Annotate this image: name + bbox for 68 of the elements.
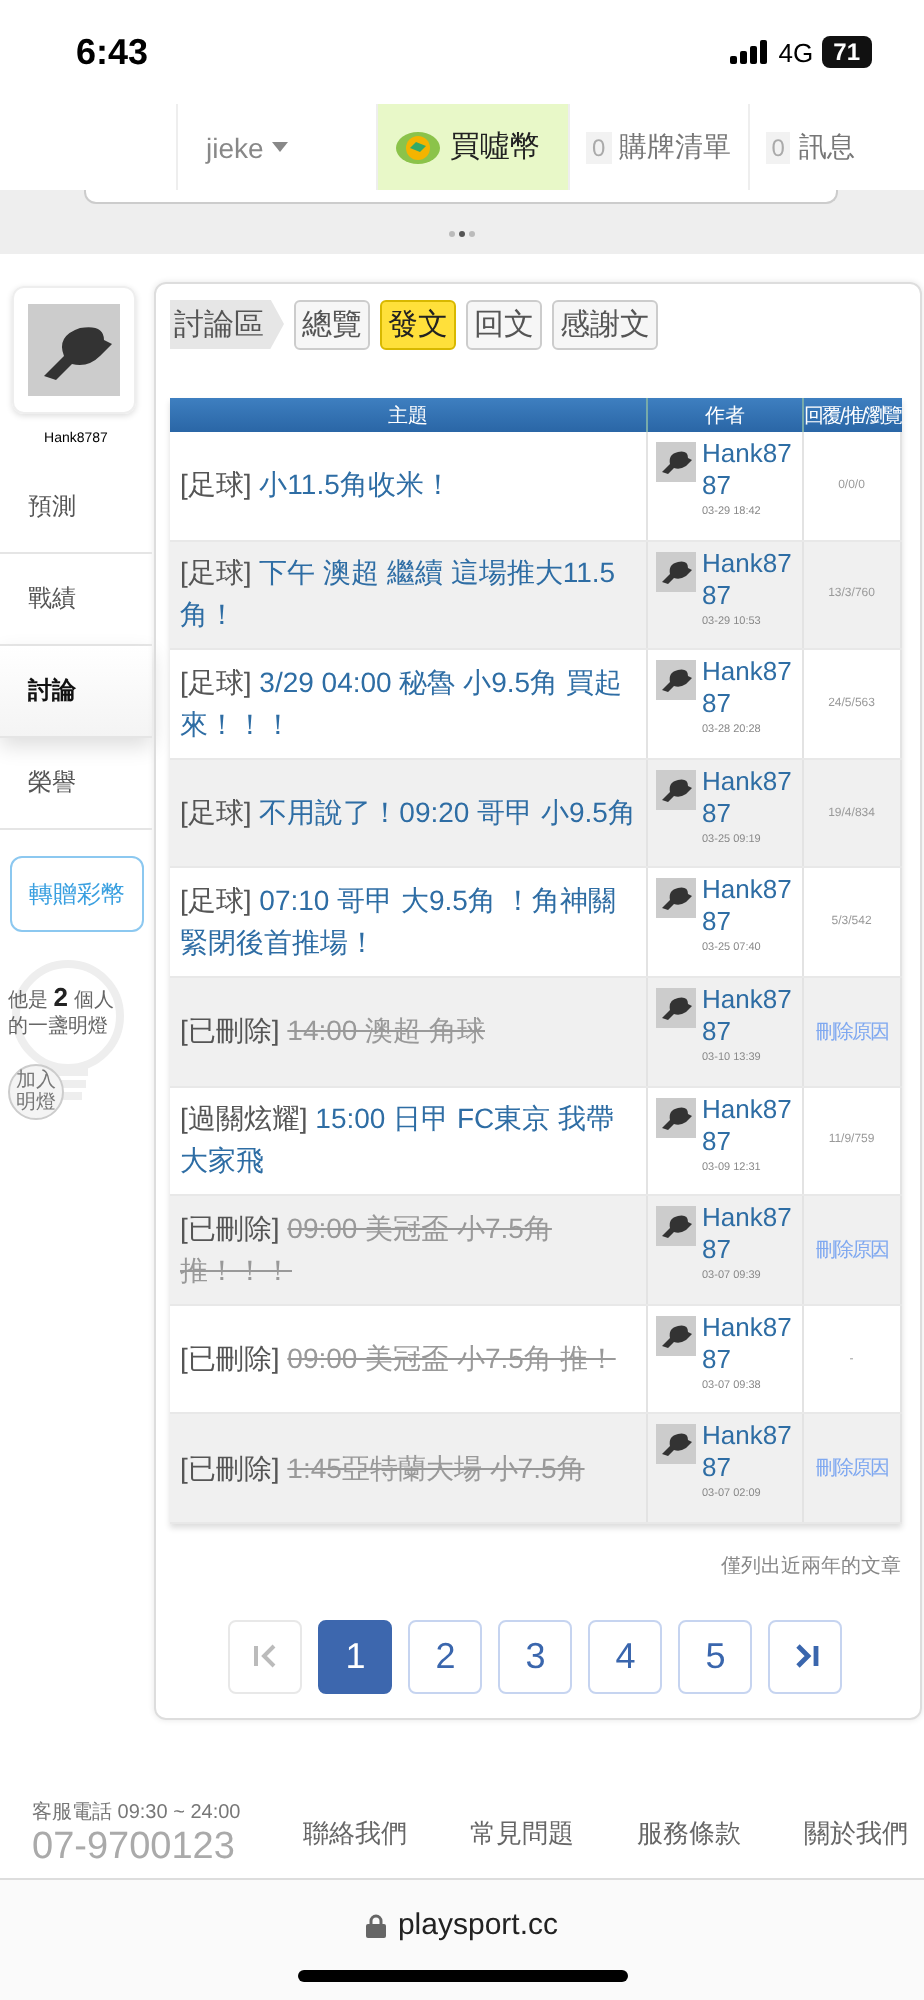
author-link[interactable]: Hank8787 bbox=[702, 438, 802, 502]
last-page-icon bbox=[791, 1642, 820, 1671]
avatar-icon bbox=[28, 304, 120, 396]
author-link[interactable]: Hank8787 bbox=[702, 1202, 802, 1267]
caret-icon bbox=[271, 142, 288, 152]
page-dots-icon bbox=[448, 230, 476, 238]
post-title[interactable]: [已刪除] 09:00 美冠盃 小7.5角推！！！ bbox=[180, 1207, 638, 1292]
author-link[interactable]: Hank8787 bbox=[702, 983, 802, 1048]
author-link[interactable]: Hank8787 bbox=[702, 874, 802, 939]
footer-link[interactable]: 常見問題 bbox=[470, 1815, 575, 1851]
post-title[interactable]: [足球] 小11.5角收米！ bbox=[180, 464, 452, 507]
post-title[interactable]: [已刪除] 1:45亞特蘭大場 小7.5角 bbox=[180, 1447, 585, 1490]
tab[interactable]: 發文 bbox=[380, 299, 456, 349]
tab[interactable]: 回文 bbox=[466, 299, 542, 349]
signal-icon bbox=[730, 40, 771, 64]
post-title[interactable]: [足球] 下午 澳超 繼續 這場推大11.5角！ bbox=[180, 552, 638, 637]
author-avatar-icon bbox=[656, 551, 696, 592]
post-title[interactable]: [足球] 3/29 04:00 秘魯 小9.5角 買起來！！！ bbox=[180, 661, 638, 746]
transfer-coins-button[interactable]: 轉贈彩幣 bbox=[10, 856, 144, 932]
page-button[interactable]: 3 bbox=[498, 1619, 573, 1694]
coin-icon bbox=[394, 129, 442, 165]
author-link[interactable]: Hank8787 bbox=[702, 547, 802, 612]
buy-coins-button[interactable]: 買噓幣 bbox=[376, 104, 568, 190]
author-link[interactable]: Hank8787 bbox=[702, 1311, 802, 1376]
light-text: 他是 2 個人的一盞明燈 bbox=[8, 984, 116, 1040]
author-avatar-icon bbox=[656, 878, 696, 919]
tab[interactable]: 總覽 bbox=[294, 299, 370, 349]
author-avatar-icon bbox=[656, 1315, 696, 1356]
url-field[interactable]: playsport.cc bbox=[365, 1908, 559, 1942]
author-avatar-icon bbox=[656, 442, 696, 482]
author-avatar-icon bbox=[656, 660, 696, 701]
post-title[interactable]: [足球] 不用說了！09:20 哥甲 小9.5角 bbox=[180, 792, 636, 835]
phone-number: 07-9700123 bbox=[32, 1825, 237, 1869]
sidebar-item[interactable]: 榮譽 bbox=[0, 738, 152, 830]
join-light-button[interactable]: 加入明燈 bbox=[8, 1064, 64, 1120]
post-title[interactable]: [已刪除] 09:00 美冠盃 小7.5角 推！ bbox=[180, 1338, 616, 1381]
page-button[interactable]: 5 bbox=[678, 1619, 753, 1694]
post-title[interactable]: [足球] 07:10 哥甲 大9.5角 ！角神關緊閉後首推場！ bbox=[180, 880, 638, 965]
author-avatar-icon bbox=[656, 769, 696, 810]
last-page-button[interactable] bbox=[768, 1619, 843, 1694]
author-link[interactable]: Hank8787 bbox=[702, 1093, 802, 1158]
page-button[interactable]: 4 bbox=[588, 1619, 663, 1694]
post-title[interactable]: [已刪除] 14:00 澳超 角球 bbox=[180, 1010, 485, 1053]
hotline-label: 客服電話 09:30 ~ 24:00 bbox=[32, 1799, 241, 1825]
battery-indicator: 71 bbox=[821, 36, 872, 68]
network-label: 4G bbox=[778, 37, 814, 67]
tab[interactable]: 感謝文 bbox=[552, 299, 658, 349]
sidebar-item[interactable]: 預測 bbox=[0, 462, 152, 554]
author-avatar-icon bbox=[656, 1424, 696, 1465]
footer-link[interactable]: 服務條款 bbox=[637, 1815, 742, 1851]
author-link[interactable]: Hank8787 bbox=[702, 656, 802, 721]
column-header: 回覆/推/瀏覽 bbox=[804, 403, 902, 431]
page-button[interactable]: 1 bbox=[318, 1619, 393, 1694]
author-link[interactable]: Hank8787 bbox=[702, 765, 802, 830]
post-title[interactable]: [過關炫耀] 15:00 日甲 FC東京 我帶大家飛 bbox=[180, 1098, 638, 1183]
first-page-icon bbox=[251, 1642, 280, 1671]
author-avatar-icon bbox=[656, 1097, 696, 1138]
author-avatar-icon bbox=[656, 1206, 696, 1247]
page-button[interactable]: 2 bbox=[408, 1619, 483, 1694]
sidebar-item[interactable]: 討論 bbox=[0, 646, 152, 738]
lock-icon bbox=[365, 1913, 386, 1937]
status-time: 6:43 bbox=[76, 31, 149, 73]
section-label: 討論區 bbox=[170, 299, 284, 349]
author-link[interactable]: Hank8787 bbox=[702, 1420, 802, 1485]
footnote: 僅列出近兩年的文章 bbox=[721, 1553, 902, 1580]
author-avatar-icon bbox=[656, 987, 696, 1028]
footer-link[interactable]: 關於我們 bbox=[803, 1815, 908, 1851]
footer-link[interactable]: 聯絡我們 bbox=[303, 1815, 408, 1851]
